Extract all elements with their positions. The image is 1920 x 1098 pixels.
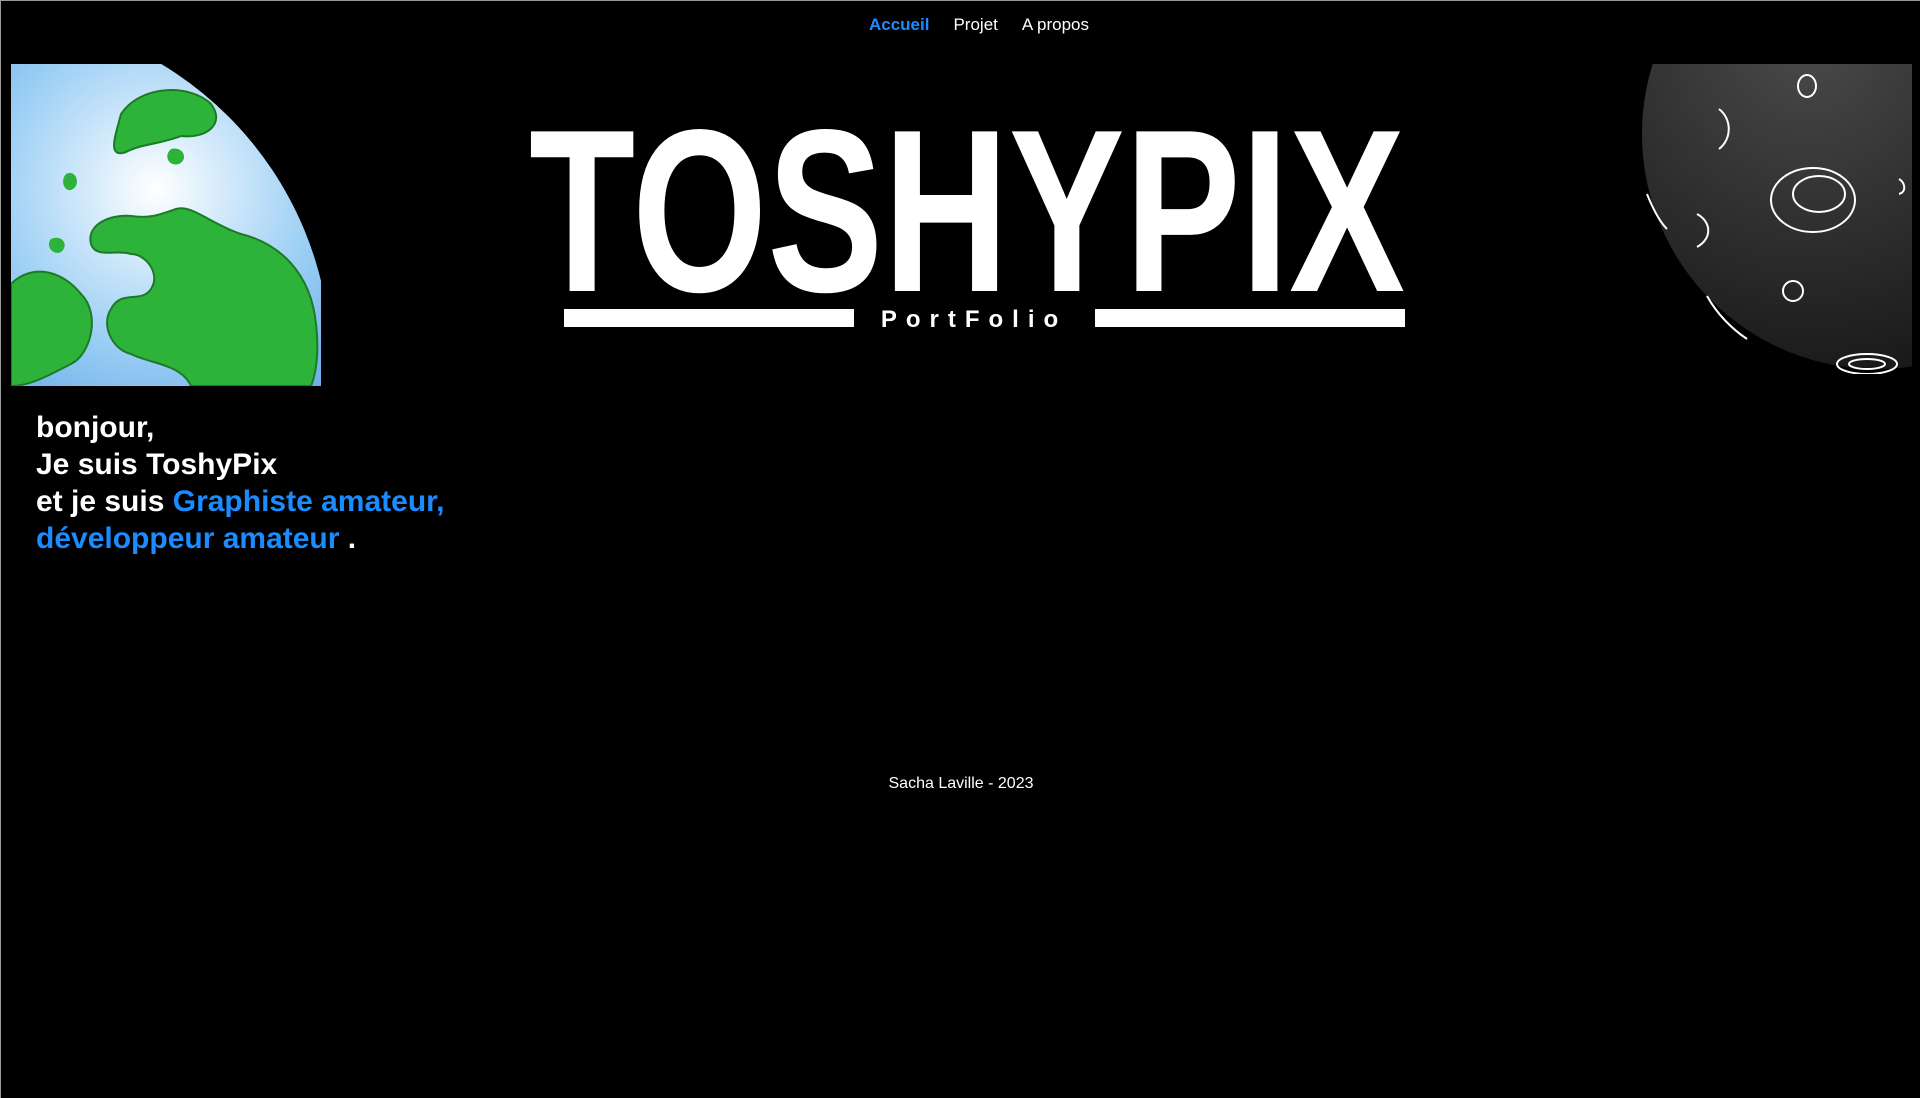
intro-role-suffix: . bbox=[339, 522, 357, 555]
intro-name: Je suis ToshyPix bbox=[36, 448, 278, 481]
intro-role-line-2: développeur amateur . bbox=[36, 520, 445, 557]
footer-credit: Sacha Laville - 2023 bbox=[888, 775, 1034, 792]
logo-subtitle: PortFolio bbox=[881, 306, 1067, 333]
earth-illustration bbox=[11, 64, 321, 386]
nav-link-a-propos[interactable]: A propos bbox=[1022, 15, 1089, 35]
nav-link-projet[interactable]: Projet bbox=[953, 15, 997, 35]
intro-role-prefix: et je suis bbox=[36, 485, 173, 518]
intro-role-graphiste: Graphiste amateur, bbox=[172, 485, 445, 518]
page: Accueil Projet A propos TOSHYPIX PortFol… bbox=[0, 0, 1920, 1098]
site-logo[interactable]: TOSHYPIX PortFolio bbox=[529, 82, 1405, 341]
intro-greeting: bonjour, bbox=[36, 411, 155, 444]
logo-title: TOSHYPIX bbox=[529, 105, 1405, 337]
intro-role-developpeur: développeur amateur bbox=[36, 522, 340, 555]
top-navigation: Accueil Projet A propos bbox=[1, 15, 1920, 35]
intro-text: bonjour, Je suis ToshyPix et je suis Gra… bbox=[36, 409, 445, 557]
nav-link-accueil[interactable]: Accueil bbox=[869, 15, 929, 35]
moon-illustration bbox=[1637, 64, 1912, 374]
intro-role-line: et je suis Graphiste amateur, bbox=[36, 483, 445, 520]
